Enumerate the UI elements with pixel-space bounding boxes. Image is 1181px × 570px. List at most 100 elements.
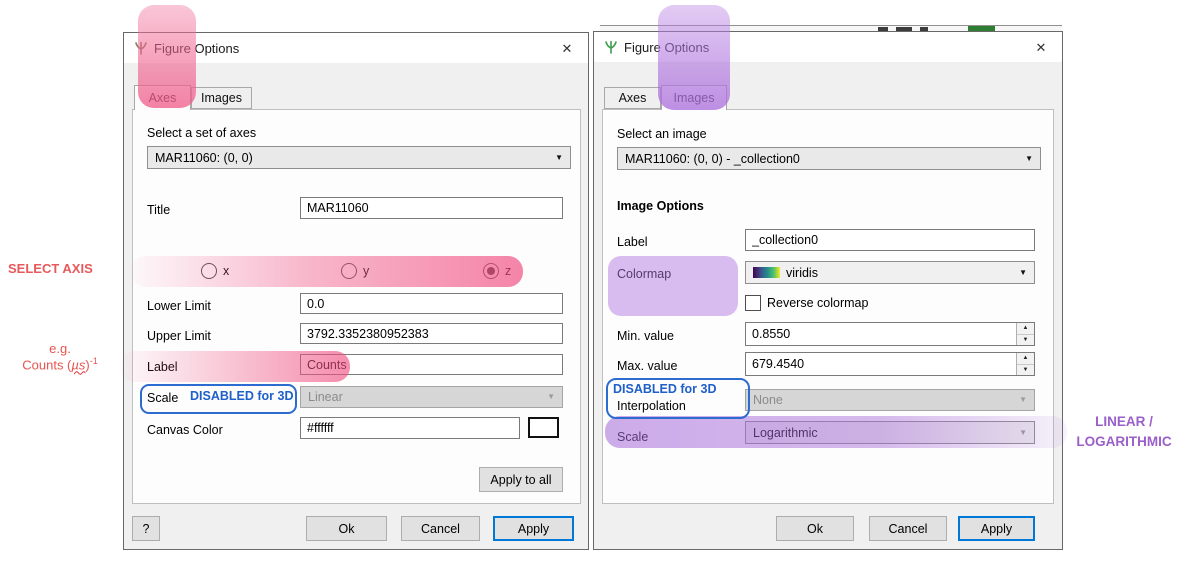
cancel-label: Cancel (889, 522, 928, 536)
figure-options-dialog-axes: Figure Options ✕ Axes Images Select a se… (123, 32, 589, 550)
min-value-label: Min. value (617, 329, 674, 343)
colormap-dropdown[interactable]: viridis ▼ (745, 261, 1035, 284)
help-label: ? (143, 522, 150, 536)
apply-button[interactable]: Apply (958, 516, 1035, 541)
annotation-linear-line2: LOGARITHMIC (1076, 434, 1171, 449)
viridis-colormap-swatch (753, 267, 780, 278)
annotation-linear-line1: LINEAR / (1095, 414, 1153, 429)
title-bar[interactable]: Figure Options ✕ (124, 33, 588, 63)
apply-to-all-label: Apply to all (490, 473, 551, 487)
radio-y[interactable] (341, 263, 357, 279)
colormap-value: viridis (786, 266, 818, 280)
scale-value: Linear (308, 390, 343, 404)
colormap-label: Colormap (617, 267, 671, 281)
image-scale-value: Logarithmic (753, 426, 818, 440)
scale-dropdown: Linear ▼ (300, 386, 563, 408)
select-image-label: Select an image (617, 127, 707, 141)
annotation-example-prefix: Counts ( (22, 357, 71, 372)
spin-up-icon[interactable]: ▲ (1017, 323, 1034, 335)
tab-axes[interactable]: Axes (134, 85, 191, 110)
lower-limit-input[interactable] (300, 293, 563, 314)
ok-button[interactable]: Ok (776, 516, 854, 541)
help-button[interactable]: ? (132, 516, 160, 541)
image-options-heading: Image Options (617, 199, 704, 213)
annotation-example-sup: -1 (90, 356, 98, 366)
apply-button[interactable]: Apply (493, 516, 574, 541)
label-field-label: Label (617, 235, 648, 249)
chevron-down-icon: ▼ (1019, 395, 1027, 404)
max-value-input[interactable] (746, 353, 1016, 375)
close-icon[interactable]: ✕ (1031, 38, 1051, 58)
tab-axes[interactable]: Axes (604, 87, 661, 109)
axis-label-input[interactable] (300, 354, 563, 375)
spin-up-icon[interactable]: ▲ (1017, 353, 1034, 365)
annotation-example-unit: µs (71, 357, 85, 372)
image-select-dropdown[interactable]: MAR11060: (0, 0) - _collection0 ▼ (617, 147, 1041, 170)
canvas-color-input[interactable] (300, 417, 520, 439)
cancel-button[interactable]: Cancel (869, 516, 947, 541)
chevron-down-icon: ▼ (1019, 428, 1027, 437)
chevron-down-icon: ▼ (555, 153, 563, 162)
label-input[interactable] (745, 229, 1035, 251)
matplotlib-icon (133, 40, 149, 56)
figure-options-dialog-images: Figure Options ✕ Axes Images Select an i… (593, 31, 1063, 550)
ok-label: Ok (807, 522, 823, 536)
radio-z[interactable] (483, 263, 499, 279)
radio-x-label: x (223, 264, 229, 278)
canvas-color-swatch[interactable] (528, 417, 559, 438)
title-field-label: Title (147, 203, 170, 217)
axis-label-label: Label (147, 360, 178, 374)
annotation-select-axis: SELECT AXIS (8, 261, 93, 276)
tab-label: Axes (619, 91, 647, 105)
min-value-input[interactable] (746, 323, 1016, 345)
tab-label: Images (674, 91, 715, 105)
axes-select-value: MAR11060: (0, 0) (155, 151, 253, 165)
tab-label: Images (201, 91, 242, 105)
axes-select-dropdown[interactable]: MAR11060: (0, 0) ▼ (147, 146, 571, 169)
dialog-title: Figure Options (624, 40, 709, 55)
canvas-color-label: Canvas Color (147, 423, 223, 437)
scale-label: Scale (147, 391, 178, 405)
ok-label: Ok (339, 522, 355, 536)
radio-z-label: z (505, 264, 511, 278)
image-scale-label: Scale (617, 430, 648, 444)
apply-to-all-button[interactable]: Apply to all (479, 467, 563, 492)
chevron-down-icon: ▼ (1025, 154, 1033, 163)
image-scale-dropdown[interactable]: Logarithmic ▼ (745, 421, 1035, 444)
dialog-title: Figure Options (154, 41, 239, 56)
tab-images[interactable]: Images (661, 85, 727, 110)
upper-limit-label: Upper Limit (147, 329, 211, 343)
interpolation-value: None (753, 393, 783, 407)
spin-down-icon[interactable]: ▼ (1017, 335, 1034, 346)
upper-limit-input[interactable] (300, 323, 563, 344)
max-value-label: Max. value (617, 359, 677, 373)
cancel-button[interactable]: Cancel (401, 516, 480, 541)
tab-images[interactable]: Images (191, 87, 252, 109)
tab-label: Axes (149, 91, 177, 105)
chevron-down-icon: ▼ (1019, 268, 1027, 277)
title-bar[interactable]: Figure Options ✕ (594, 32, 1062, 62)
image-select-value: MAR11060: (0, 0) - _collection0 (625, 152, 800, 166)
ok-button[interactable]: Ok (306, 516, 387, 541)
matplotlib-icon (603, 39, 619, 55)
reverse-colormap-label: Reverse colormap (767, 296, 868, 310)
annotation-example-close: ) (85, 357, 89, 372)
apply-label: Apply (518, 522, 549, 536)
chevron-down-icon: ▼ (547, 392, 555, 401)
annotation-linear-logarithmic: LINEAR / LOGARITHMIC (1068, 412, 1180, 452)
spin-down-icon[interactable]: ▼ (1017, 365, 1034, 376)
lower-limit-label: Lower Limit (147, 299, 211, 313)
reverse-colormap-checkbox[interactable] (745, 295, 761, 311)
close-icon[interactable]: ✕ (557, 39, 577, 59)
cancel-label: Cancel (421, 522, 460, 536)
select-axes-label: Select a set of axes (147, 126, 256, 140)
max-value-spinner[interactable]: ▲ ▼ (745, 352, 1035, 376)
title-input[interactable] (300, 197, 563, 219)
interpolation-dropdown: None ▼ (745, 389, 1035, 411)
annotation-example-line1: e.g. (49, 341, 71, 356)
min-value-spinner[interactable]: ▲ ▼ (745, 322, 1035, 346)
annotation-label-example: e.g. Counts (µs)-1 (4, 341, 116, 372)
radio-x[interactable] (201, 263, 217, 279)
apply-label: Apply (981, 522, 1012, 536)
interpolation-label: Interpolation (617, 399, 686, 413)
